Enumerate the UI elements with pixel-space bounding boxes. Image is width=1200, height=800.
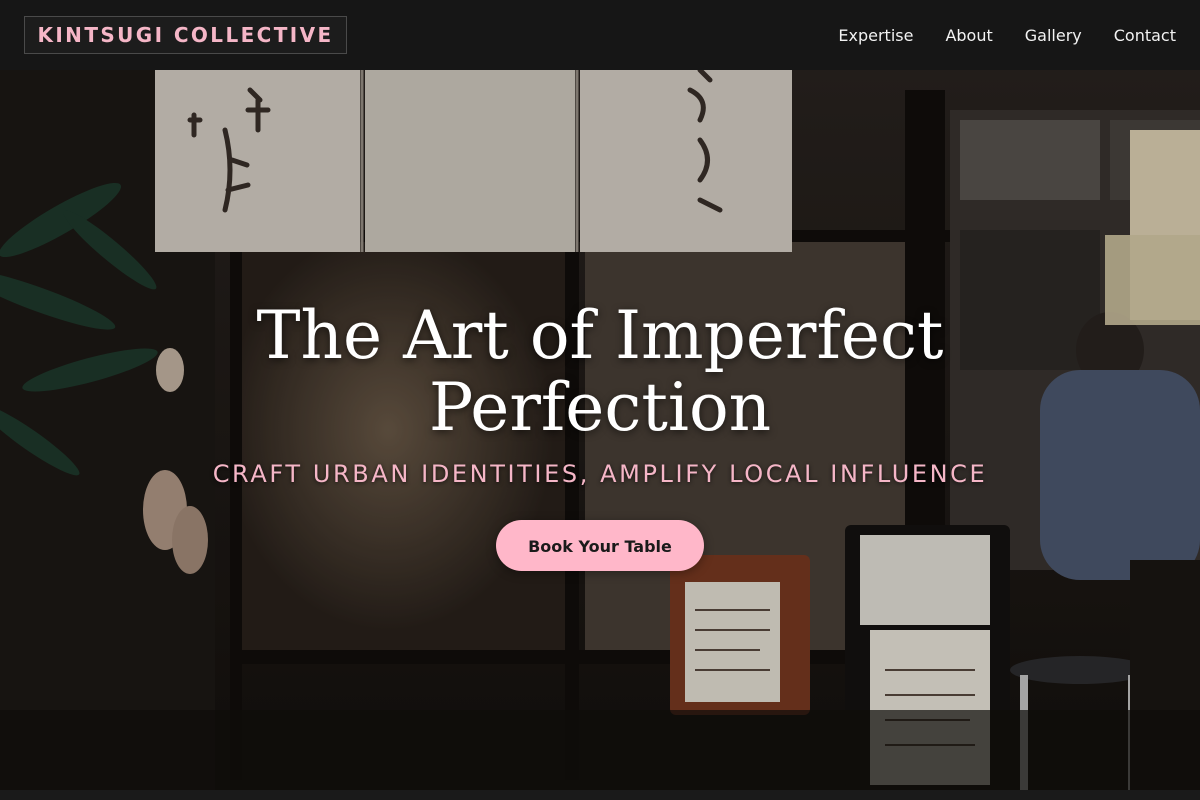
hero-headline-line2: Perfection: [428, 369, 772, 446]
book-table-button[interactable]: Book Your Table: [496, 520, 704, 571]
nav-link-gallery[interactable]: Gallery: [1025, 26, 1082, 45]
hero-headline: The Art of Imperfect Perfection: [200, 300, 1000, 444]
hero-headline-line1: The Art of Imperfect: [256, 297, 944, 374]
nav-link-expertise[interactable]: Expertise: [838, 26, 913, 45]
top-navbar: KINTSUGI COLLECTIVE Expertise About Gall…: [0, 0, 1200, 70]
main-menu: Expertise About Gallery Contact: [806, 0, 1176, 70]
hero-section: The Art of Imperfect Perfection CRAFT UR…: [0, 70, 1200, 790]
page-bottom-strip: [0, 790, 1200, 800]
nav-link-about[interactable]: About: [945, 26, 992, 45]
nav-link-contact[interactable]: Contact: [1114, 26, 1176, 45]
brand-logo[interactable]: KINTSUGI COLLECTIVE: [24, 16, 347, 54]
hero-tagline: CRAFT URBAN IDENTITIES, AMPLIFY LOCAL IN…: [212, 460, 988, 488]
